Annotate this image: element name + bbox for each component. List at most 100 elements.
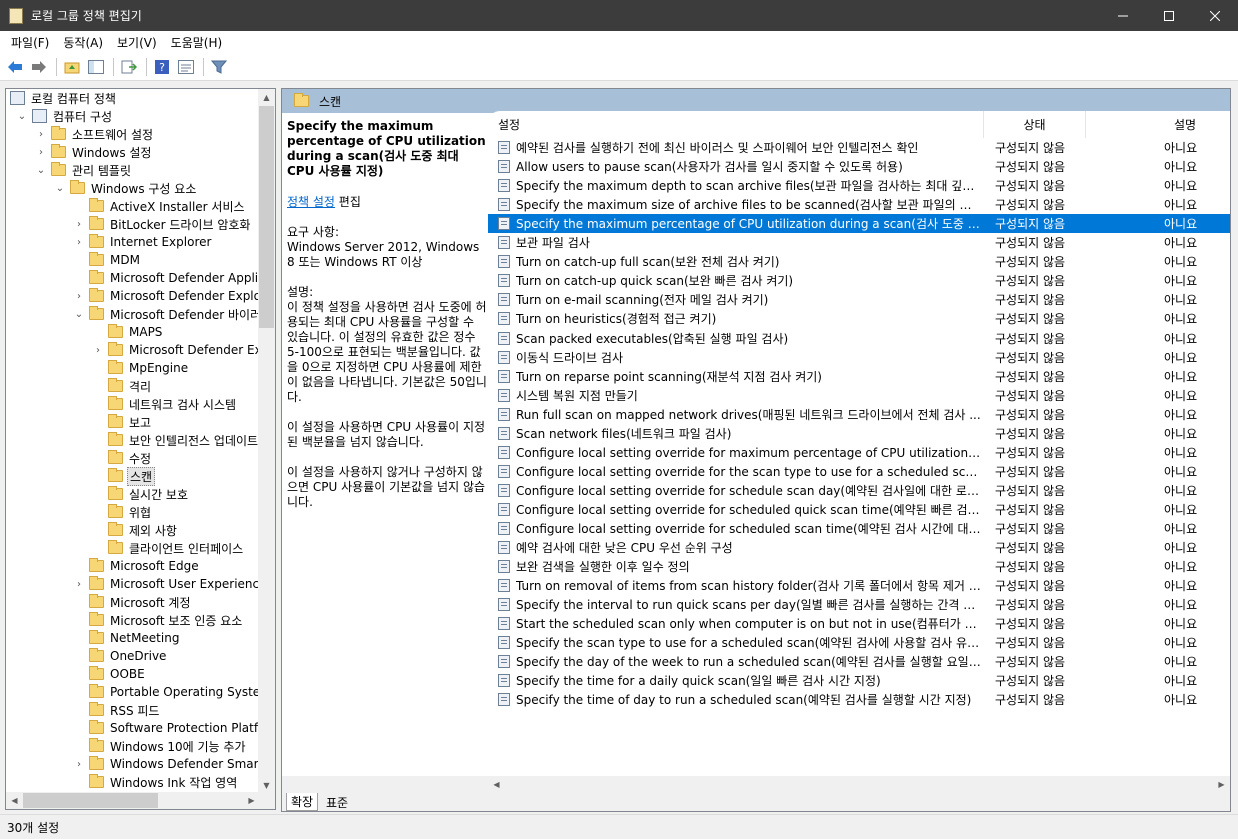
setting-row[interactable]: Configure local setting override for the… xyxy=(488,462,1230,481)
tree-item[interactable]: › Microsoft Defender Exploi xyxy=(92,341,260,359)
tree-scroll-thumb[interactable] xyxy=(259,106,274,328)
setting-row[interactable]: 보관 파일 검사 구성되지 않음 아니요 xyxy=(488,233,1230,252)
setting-row[interactable]: Specify the time for a daily quick scan(… xyxy=(488,671,1230,690)
setting-row[interactable]: 예약 검사에 대한 낮은 CPU 우선 순위 구성 구성되지 않음 아니요 xyxy=(488,538,1230,557)
setting-row[interactable]: Specify the time of day to run a schedul… xyxy=(488,690,1230,709)
tree-item[interactable]: › BitLocker 드라이브 암호화 xyxy=(73,215,252,233)
setting-row[interactable]: Turn on removal of items from scan histo… xyxy=(488,576,1230,595)
tree-item[interactable]: 격리 xyxy=(92,377,153,395)
tree-item[interactable]: 클라이언트 인터페이스 xyxy=(92,539,245,557)
tree-item[interactable]: ⌄ 컴퓨터 구성 xyxy=(16,107,114,125)
tree-item[interactable]: 위협 xyxy=(92,503,153,521)
forward-button[interactable] xyxy=(28,56,50,78)
setting-row[interactable]: Specify the maximum percentage of CPU ut… xyxy=(488,214,1230,234)
collapsed-chevron-icon[interactable]: › xyxy=(73,578,85,590)
expanded-chevron-icon[interactable]: ⌄ xyxy=(16,110,28,122)
column-header-setting[interactable]: 설정 xyxy=(488,111,984,138)
setting-row[interactable]: Configure local setting override for max… xyxy=(488,443,1230,462)
tree-item[interactable]: 실시간 보호 xyxy=(92,485,190,503)
maximize-button[interactable] xyxy=(1146,0,1192,31)
setting-row[interactable]: 예약된 검사를 실행하기 전에 최신 바이러스 및 스파이웨어 보안 인텔리전스… xyxy=(488,138,1230,157)
tree-item[interactable]: Microsoft Edge xyxy=(73,557,201,575)
collapsed-chevron-icon[interactable]: › xyxy=(92,344,104,356)
collapsed-chevron-icon[interactable]: › xyxy=(35,146,47,158)
tree-item[interactable]: ActiveX Installer 서비스 xyxy=(73,197,247,215)
tree-item[interactable]: 보안 인텔리전스 업데이트 xyxy=(92,431,260,449)
scroll-left-arrow-icon[interactable]: ◀ xyxy=(488,776,505,793)
scroll-up-arrow-icon[interactable]: ▲ xyxy=(258,89,275,106)
tree-item[interactable]: › Internet Explorer xyxy=(73,233,213,251)
tree-item[interactable]: 로컬 컴퓨터 정책 xyxy=(10,89,118,107)
setting-row[interactable]: Specify the day of the week to run a sch… xyxy=(488,652,1230,671)
collapsed-chevron-icon[interactable]: › xyxy=(73,218,85,230)
menu-view[interactable]: 보기(V) xyxy=(110,34,164,51)
setting-row[interactable]: Allow users to pause scan(사용자가 검사를 일시 중지… xyxy=(488,157,1230,176)
column-header-state[interactable]: 상태 xyxy=(984,111,1086,138)
scroll-left-arrow-icon[interactable]: ◀ xyxy=(6,792,23,809)
collapsed-chevron-icon[interactable]: › xyxy=(73,290,85,302)
tree-item[interactable]: NetMeeting xyxy=(73,629,181,647)
expanded-chevron-icon[interactable]: ⌄ xyxy=(54,182,66,194)
collapsed-chevron-icon[interactable]: › xyxy=(73,758,85,770)
tree-item[interactable]: Portable Operating System xyxy=(73,683,260,701)
tree-item[interactable]: 보고 xyxy=(92,413,153,431)
tree-item[interactable]: › Windows Defender SmartSc xyxy=(73,755,260,773)
setting-row[interactable]: Configure local setting override for sch… xyxy=(488,500,1230,519)
minimize-button[interactable] xyxy=(1100,0,1146,31)
expanded-chevron-icon[interactable]: ⌄ xyxy=(35,164,47,176)
help-button[interactable]: ? xyxy=(151,56,173,78)
tree-item[interactable]: MDM xyxy=(73,251,142,269)
setting-row[interactable]: Specify the maximum depth to scan archiv… xyxy=(488,176,1230,195)
setting-row[interactable]: Configure local setting override for sch… xyxy=(488,519,1230,538)
tree-item[interactable]: Software Protection Platform xyxy=(73,719,260,737)
setting-row[interactable]: 보완 검색을 실행한 이후 일수 정의 구성되지 않음 아니요 xyxy=(488,557,1230,576)
tab-extended[interactable]: 확장 xyxy=(286,793,319,811)
show-hide-tree-button[interactable] xyxy=(85,56,107,78)
setting-row[interactable]: Run full scan on mapped network drives(매… xyxy=(488,405,1230,424)
expanded-chevron-icon[interactable]: ⌄ xyxy=(73,308,85,320)
setting-row[interactable]: Configure local setting override for sch… xyxy=(488,481,1230,500)
setting-row[interactable]: Turn on catch-up full scan(보완 전체 검사 켜기) 구… xyxy=(488,252,1230,271)
tree-item[interactable]: Microsoft 계정 xyxy=(73,593,193,611)
tree-hscroll-thumb[interactable] xyxy=(23,793,158,808)
tree-item[interactable]: MpEngine xyxy=(92,359,190,377)
tree-horizontal-scrollbar[interactable]: ◀ ▶ xyxy=(6,792,260,809)
back-button[interactable] xyxy=(4,56,26,78)
setting-row[interactable]: Turn on e-mail scanning(전자 메일 검사 켜기) 구성되지… xyxy=(488,290,1230,309)
setting-row[interactable]: Turn on catch-up quick scan(보완 빠른 검사 켜기)… xyxy=(488,271,1230,290)
setting-row[interactable]: Specify the scan type to use for a sched… xyxy=(488,633,1230,652)
tree-vertical-scrollbar[interactable]: ▲ ▼ xyxy=(258,89,275,794)
setting-row[interactable]: Specify the interval to run quick scans … xyxy=(488,595,1230,614)
up-folder-button[interactable] xyxy=(61,56,83,78)
tree-item[interactable]: RSS 피드 xyxy=(73,701,161,719)
collapsed-chevron-icon[interactable]: › xyxy=(73,236,85,248)
tree-item[interactable]: › Windows 설정 xyxy=(35,143,153,161)
filter-button[interactable] xyxy=(208,56,230,78)
scroll-right-arrow-icon[interactable]: ▶ xyxy=(1213,776,1230,793)
tree-item[interactable]: ⌄ 관리 템플릿 xyxy=(35,161,133,179)
tree-item[interactable]: › 소프트웨어 설정 xyxy=(35,125,155,143)
setting-row[interactable]: Scan packed executables(압축된 실행 파일 검사) 구성되… xyxy=(488,329,1230,348)
setting-row[interactable]: Turn on heuristics(경험적 접근 켜기) 구성되지 않음 아니요 xyxy=(488,309,1230,328)
tree-item[interactable]: OneDrive xyxy=(73,647,168,665)
export-list-button[interactable] xyxy=(118,56,140,78)
setting-row[interactable]: Turn on reparse point scanning(재분석 지점 검사… xyxy=(488,367,1230,386)
setting-row[interactable]: Scan network files(네트워크 파일 검사) 구성되지 않음 아니요 xyxy=(488,424,1230,443)
tree-item[interactable]: ⌄ Microsoft Defender 바이러스 xyxy=(73,305,260,323)
tree-item[interactable]: › Microsoft User Experience V xyxy=(73,575,260,593)
tree-item[interactable]: MAPS xyxy=(92,323,164,341)
tree-item[interactable]: Microsoft 보조 인증 요소 xyxy=(73,611,244,629)
menu-file[interactable]: 파일(F) xyxy=(4,34,56,51)
tree-item[interactable]: 수정 xyxy=(92,449,153,467)
tab-standard[interactable]: 표준 xyxy=(322,793,352,811)
tree-item[interactable]: Windows 10에 기능 추가 xyxy=(73,737,247,755)
tree-item[interactable]: › Microsoft Defender Exploit G xyxy=(73,287,260,305)
properties-button[interactable] xyxy=(175,56,197,78)
setting-row[interactable]: 이동식 드라이브 검사 구성되지 않음 아니요 xyxy=(488,348,1230,367)
tree-item[interactable]: Microsoft Defender Applicat xyxy=(73,269,260,287)
setting-row[interactable]: 시스템 복원 지점 만들기 구성되지 않음 아니요 xyxy=(488,386,1230,405)
tree-item[interactable]: Windows Ink 작업 영역 xyxy=(73,773,239,791)
tree-item[interactable]: ⌄ Windows 구성 요소 xyxy=(54,179,198,197)
list-horizontal-scrollbar[interactable]: ◀ ▶ xyxy=(282,776,1230,793)
menu-help[interactable]: 도움말(H) xyxy=(164,34,230,51)
